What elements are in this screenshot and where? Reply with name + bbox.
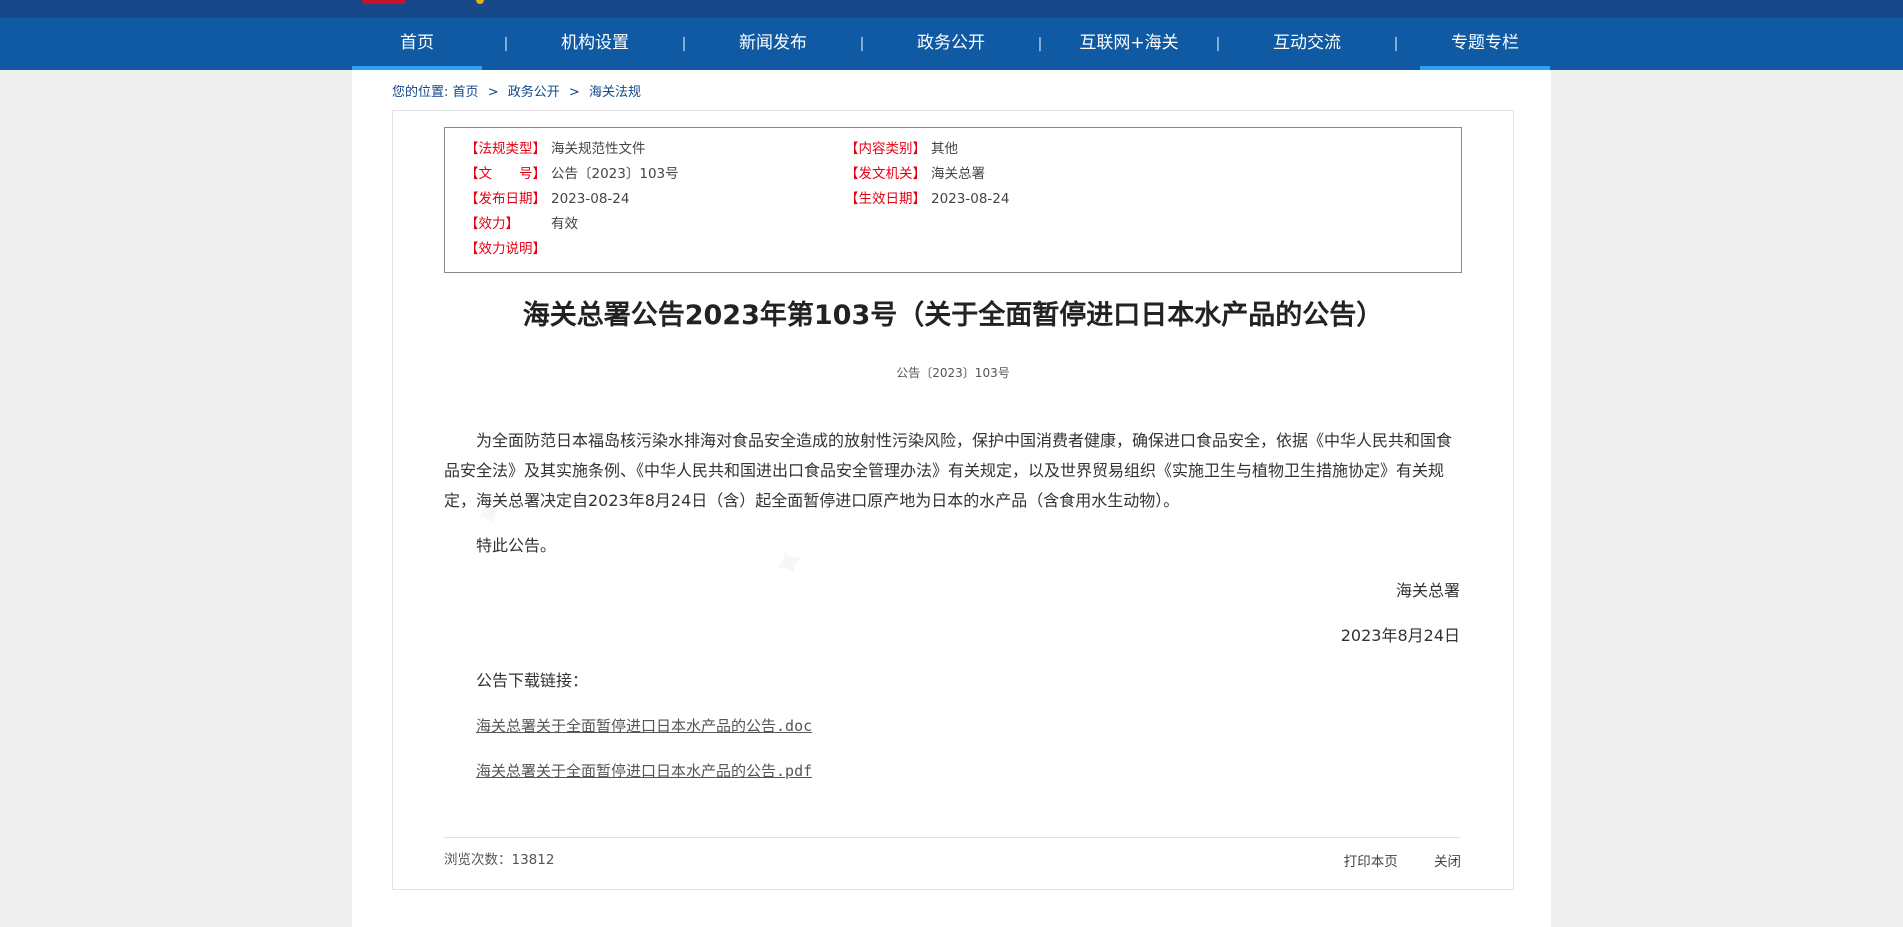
article-date: 2023年8月24日 xyxy=(1340,626,1460,645)
meta-label-category: 【内容类别】 xyxy=(845,141,926,157)
nav-separator: | xyxy=(503,36,509,52)
meta-label-effect-note: 【效力说明】 xyxy=(465,241,546,257)
nav-separator: | xyxy=(681,36,687,52)
nav-separator: | xyxy=(1037,36,1043,52)
breadcrumb-prefix: 您的位置: xyxy=(392,85,449,100)
breadcrumb-home[interactable]: 首页 xyxy=(453,85,479,100)
download-link-pdf[interactable]: 海关总署关于全面暂停进口日本水产品的公告.pdf xyxy=(476,756,1460,786)
meta-value-doc-number: 公告〔2023〕103号 xyxy=(551,166,679,182)
view-count-label: 浏览次数： xyxy=(444,852,512,868)
print-page-link[interactable]: 打印本页 xyxy=(1344,854,1398,870)
meta-row-type: 【法规类型】 海关规范性文件 xyxy=(465,139,646,159)
meta-value-effect: 有效 xyxy=(551,216,578,232)
nav-item-interaction[interactable]: 互动交流 xyxy=(1242,18,1372,70)
meta-value-issuer: 海关总署 xyxy=(931,166,985,182)
meta-label-doc-number: 【文 号】 xyxy=(465,166,546,182)
article-panel: ✦ ✦ 【法规类型】 海关规范性文件 【文 号】 公告〔2023〕103号 【发布日… xyxy=(392,110,1514,890)
meta-row-effect-note: 【效力说明】 xyxy=(465,239,551,259)
article-closing: 特此公告。 xyxy=(476,536,557,555)
meta-label-effect: 【效力】 xyxy=(465,216,519,232)
meta-label-effective-date: 【生效日期】 xyxy=(845,191,926,207)
nav-item-internet-customs[interactable]: 互联网+海关 xyxy=(1064,18,1194,70)
nav-item-news[interactable]: 新闻发布 xyxy=(708,18,838,70)
close-link[interactable]: 关闭 xyxy=(1434,854,1461,870)
breadcrumb: 您的位置: 首页 > 政务公开 > 海关法规 xyxy=(392,81,641,100)
main-navigation: 首页 | 机构设置 | 新闻发布 | 政务公开 | 互联网+海关 | 互动交流 … xyxy=(0,18,1903,70)
emblem-fragment xyxy=(476,0,484,4)
meta-label-type: 【法规类型】 xyxy=(465,141,546,157)
footer-divider xyxy=(444,837,1460,838)
article-body: 为全面防范日本福岛核污染水排海对食品安全造成的放射性污染风险，保护中国消费者健康… xyxy=(444,426,1460,786)
meta-row-effective-date: 【生效日期】 2023-08-24 xyxy=(845,189,1009,209)
meta-row-doc-number: 【文 号】 公告〔2023〕103号 xyxy=(465,164,679,184)
nav-separator: | xyxy=(1215,36,1221,52)
article-title: 海关总署公告2023年第103号（关于全面暂停进口日本水产品的公告） xyxy=(522,300,1384,331)
meta-value-type: 海关规范性文件 xyxy=(551,141,646,157)
article-actions: 打印本页 关闭 xyxy=(1312,850,1461,870)
article-paragraph: 为全面防范日本福岛核污染水排海对食品安全造成的放射性污染风险，保护中国消费者健康… xyxy=(444,431,1453,510)
meta-label-publish-date: 【发布日期】 xyxy=(465,191,546,207)
nav-separator: | xyxy=(859,36,865,52)
meta-row-effect: 【效力】 有效 xyxy=(465,214,578,234)
view-count-value: 13812 xyxy=(511,852,555,868)
breadcrumb-government-affairs[interactable]: 政务公开 xyxy=(508,85,560,100)
nav-item-organization[interactable]: 机构设置 xyxy=(530,18,660,70)
article-signature: 海关总署 xyxy=(1395,581,1460,600)
breadcrumb-separator: > xyxy=(487,85,499,100)
meta-label-issuer: 【发文机关】 xyxy=(845,166,926,182)
download-label: 公告下载链接： xyxy=(476,671,589,690)
nav-list: 首页 | 机构设置 | 新闻发布 | 政务公开 | 互联网+海关 | 互动交流 … xyxy=(352,18,1550,70)
nav-item-special-topics[interactable]: 专题专栏 xyxy=(1420,18,1550,70)
meta-value-publish-date: 2023-08-24 xyxy=(551,191,630,207)
nav-item-government-affairs[interactable]: 政务公开 xyxy=(886,18,1016,70)
nav-item-home[interactable]: 首页 xyxy=(352,18,482,70)
nav-separator: | xyxy=(1393,36,1399,52)
document-metadata-box: 【法规类型】 海关规范性文件 【文 号】 公告〔2023〕103号 【发布日期】 20… xyxy=(444,127,1462,273)
meta-value-effective-date: 2023-08-24 xyxy=(931,191,1010,207)
breadcrumb-separator: > xyxy=(568,85,580,100)
meta-row-issuer: 【发文机关】 海关总署 xyxy=(845,164,985,184)
content-page: 您的位置: 首页 > 政务公开 > 海关法规 ✦ ✦ 【法规类型】 海关规范性文件… xyxy=(352,70,1551,927)
logo-fragment xyxy=(362,0,406,4)
meta-value-category: 其他 xyxy=(931,141,958,157)
article-subtitle: 公告〔2023〕103号 xyxy=(896,366,1010,380)
meta-row-category: 【内容类别】 其他 xyxy=(845,139,958,159)
breadcrumb-customs-regulations[interactable]: 海关法规 xyxy=(589,85,641,100)
view-count: 浏览次数：13812 xyxy=(444,848,554,868)
meta-row-publish-date: 【发布日期】 2023-08-24 xyxy=(465,189,629,209)
download-link-doc[interactable]: 海关总署关于全面暂停进口日本水产品的公告.doc xyxy=(476,711,1460,741)
top-header-strip xyxy=(0,0,1903,18)
